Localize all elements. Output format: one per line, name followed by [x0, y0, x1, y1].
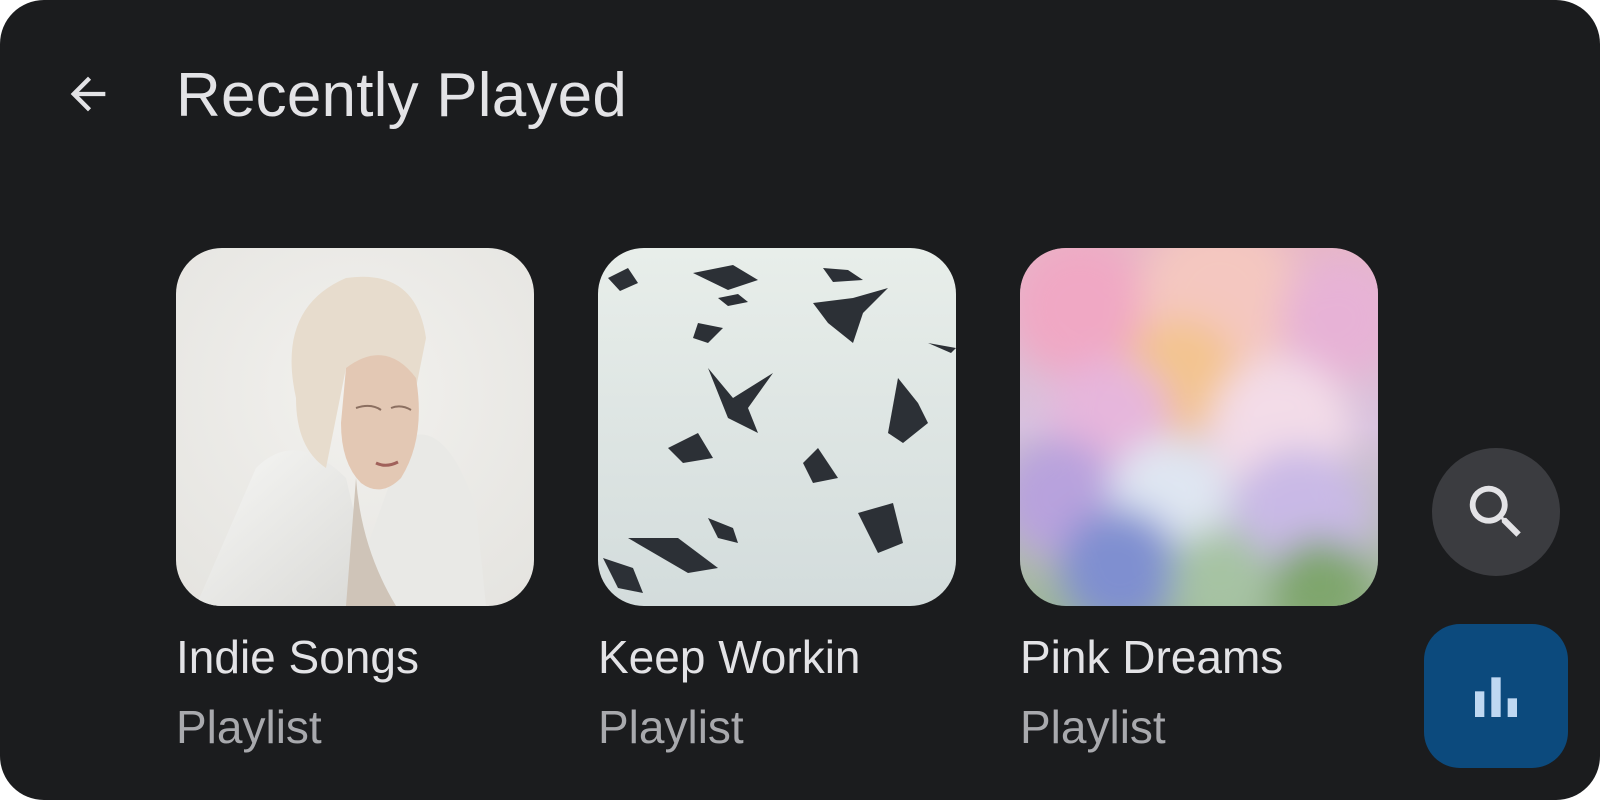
search-icon — [1469, 485, 1521, 537]
playlist-subtitle: Playlist — [598, 701, 744, 753]
page-title: Recently Played — [176, 61, 628, 130]
playlist-subtitle: Playlist — [176, 701, 322, 753]
playlist-card-pink-dreams[interactable]: Pink Dreams Playlist — [1020, 248, 1378, 768]
back-button[interactable] — [56, 62, 120, 126]
now-playing-button[interactable] — [1424, 624, 1568, 768]
playlist-title: Indie Songs — [176, 631, 419, 683]
playlist-card-indie-songs[interactable]: Indie Songs Playlist — [176, 248, 534, 768]
playlist-card-keep-workin[interactable]: Keep Workin Playlist — [598, 248, 956, 768]
playlist-cover-image — [598, 248, 956, 606]
playlist-title: Keep Workin — [598, 631, 861, 683]
recently-played-screen: Recently Played Indie Songs Playlist Kee… — [0, 0, 1600, 800]
arrow-back-icon — [70, 76, 106, 112]
playlist-title: Pink Dreams — [1020, 631, 1284, 683]
search-button[interactable] — [1432, 448, 1560, 576]
playlist-subtitle: Playlist — [1020, 701, 1166, 753]
playlist-cover-image — [176, 248, 534, 606]
playlist-cover-image — [1020, 248, 1378, 606]
equalizer-bars-icon — [1475, 677, 1517, 717]
